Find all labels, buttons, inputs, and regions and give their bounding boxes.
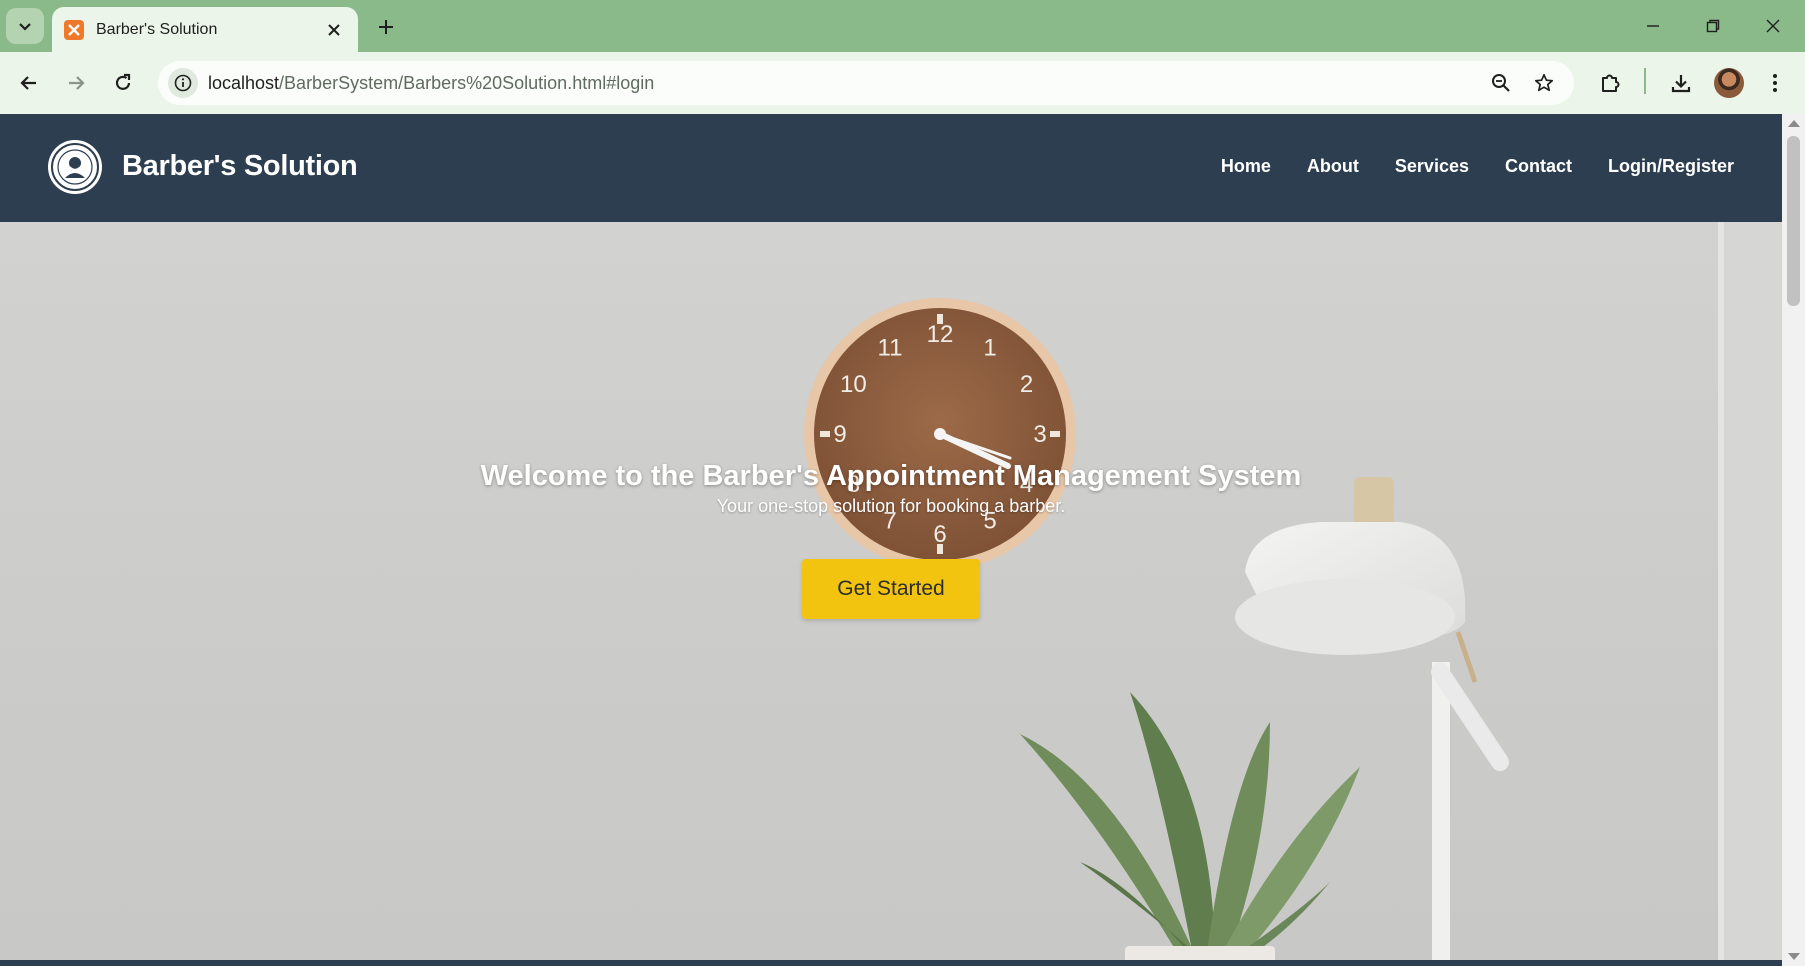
nav-home-link[interactable]: Home [1221, 156, 1271, 177]
nav-contact-link[interactable]: Contact [1505, 156, 1572, 177]
url-host: localhost [208, 73, 280, 93]
nav-about-link[interactable]: About [1307, 156, 1359, 177]
arrow-right-icon [69, 76, 85, 90]
site-header: Barber's Solution Home About Services Co… [0, 114, 1782, 222]
nav-services-link[interactable]: Services [1395, 156, 1469, 177]
extensions-button[interactable] [1594, 66, 1628, 100]
page-scrollbar[interactable] [1782, 114, 1805, 966]
page-viewport: Barber's Solution Home About Services Co… [0, 114, 1782, 966]
nav-login-register-link[interactable]: Login/Register [1608, 156, 1734, 177]
url-path: /BarberSystem/Barbers%20Solution.html#lo… [279, 73, 655, 93]
restore-button[interactable] [1690, 6, 1736, 46]
reload-icon [115, 73, 131, 90]
clock-numeral: 12 [927, 321, 954, 348]
tab-search-button[interactable] [6, 8, 44, 44]
main-nav: Home About Services Contact Login/Regist… [1221, 156, 1734, 177]
close-icon [328, 23, 340, 36]
hero-section: 12 1 2 3 4 5 6 7 8 9 10 11 Welcome to th… [0, 222, 1782, 966]
browser-tab-active[interactable]: Barber's Solution [52, 7, 358, 52]
minimize-button[interactable] [1630, 6, 1676, 46]
info-icon [174, 74, 192, 92]
address-bar[interactable]: localhost/BarberSystem/Barbers%20Solutio… [158, 61, 1574, 105]
clock-numeral: 2 [1020, 371, 1033, 398]
close-window-button[interactable] [1750, 6, 1796, 46]
site-brand-title[interactable]: Barber's Solution [122, 150, 358, 183]
back-button[interactable] [12, 66, 46, 100]
hero-title: Welcome to the Barber's Appointment Mana… [480, 460, 1302, 492]
forward-button[interactable] [59, 66, 93, 100]
plus-icon [379, 20, 393, 34]
bookmark-button[interactable] [1529, 68, 1559, 98]
arrow-left-icon [20, 76, 36, 90]
puzzle-icon [1602, 74, 1620, 92]
star-icon [1534, 73, 1554, 92]
download-icon [1671, 75, 1691, 93]
scroll-down-arrow-icon[interactable] [1788, 953, 1800, 960]
new-tab-button[interactable] [370, 12, 402, 42]
chevron-down-icon [19, 23, 31, 31]
clock-numeral: 11 [878, 334, 903, 361]
scroll-up-arrow-icon[interactable] [1788, 120, 1800, 127]
tab-close-button[interactable] [320, 16, 348, 44]
zoom-button[interactable] [1486, 68, 1516, 98]
downloads-button[interactable] [1664, 66, 1698, 100]
clock-numeral: 6 [933, 521, 946, 548]
restore-icon [1706, 19, 1720, 33]
minimize-icon [1647, 25, 1659, 27]
clock-numeral: 3 [1033, 421, 1046, 448]
clock-numeral: 1 [983, 334, 996, 361]
xampp-favicon-icon [64, 19, 84, 40]
zoom-out-icon [1492, 74, 1510, 92]
page-bottom-strip [0, 960, 1782, 966]
clock-numeral: 9 [833, 421, 846, 448]
tab-title: Barber's Solution [96, 20, 218, 38]
browser-tab-strip: Barber's Solution [0, 0, 1805, 52]
scrollbar-thumb[interactable] [1787, 136, 1800, 306]
hero-subtitle: Your one-stop solution for booking a bar… [716, 496, 1066, 516]
toolbar-separator [1644, 68, 1646, 94]
get-started-button[interactable]: Get Started [802, 559, 980, 619]
browser-menu-button[interactable] [1758, 66, 1792, 100]
close-icon [1766, 19, 1780, 33]
reload-button[interactable] [106, 66, 140, 100]
clock-numeral: 10 [840, 371, 867, 398]
potted-plant [1020, 692, 1360, 966]
wall-clock: 12 1234567891011 [804, 298, 1076, 570]
profile-avatar[interactable] [1714, 68, 1744, 98]
site-info-button[interactable] [168, 68, 198, 98]
browser-toolbar: localhost/BarberSystem/Barbers%20Solutio… [0, 52, 1805, 114]
kebab-menu-icon [1773, 74, 1777, 92]
wall-right-panel [1724, 222, 1782, 966]
barber-logo-icon[interactable] [48, 140, 102, 194]
url-text: localhost/BarberSystem/Barbers%20Solutio… [208, 73, 654, 94]
